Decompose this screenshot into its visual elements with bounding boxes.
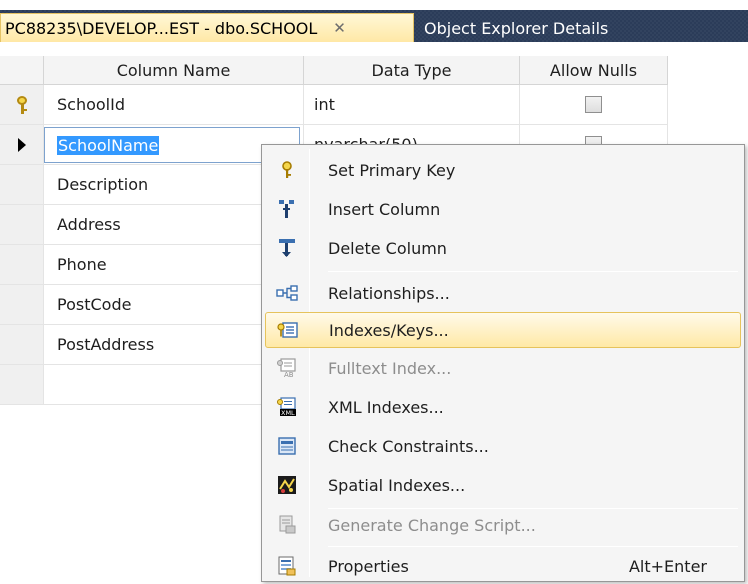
fulltext-index-icon: AB [265, 358, 309, 378]
menu-item-set-primary-key[interactable]: Set Primary Key [265, 152, 741, 188]
row-selector[interactable] [0, 325, 44, 364]
menu-item-delete-column[interactable]: Delete Column [265, 230, 741, 266]
column-name-cell[interactable]: SchoolId [44, 85, 304, 124]
tab-object-explorer-details-label: Object Explorer Details [424, 19, 609, 38]
document-tab-strip: PC88235\DEVELOP...EST - dbo.SCHOOL ✕ Obj… [0, 0, 748, 42]
menu-item-relationships[interactable]: Relationships... [265, 275, 741, 311]
menu-item-label: Insert Column [328, 199, 441, 219]
close-icon[interactable]: ✕ [333, 19, 346, 37]
menu-item-label: Generate Change Script... [328, 515, 536, 535]
svg-text:XML: XML [281, 409, 295, 417]
context-menu: Set Primary Key Insert Column Delete Col… [261, 144, 745, 582]
selected-text: SchoolName [57, 135, 160, 155]
tab-object-explorer-details[interactable]: Object Explorer Details [424, 15, 608, 42]
menu-item-label: Relationships... [328, 283, 450, 303]
menu-item-insert-column[interactable]: Insert Column [265, 191, 741, 227]
menu-item-shortcut: Alt+Enter [628, 556, 707, 576]
row-selector[interactable] [0, 205, 44, 244]
insert-column-icon [265, 199, 309, 219]
svg-text:AB: AB [284, 371, 294, 378]
grid-header: Column Name Data Type Allow Nulls [0, 56, 668, 85]
tab-table-designer[interactable]: PC88235\DEVELOP...EST - dbo.SCHOOL ✕ [0, 13, 414, 42]
menu-separator [328, 271, 738, 272]
menu-item-label: Fulltext Index... [328, 358, 452, 378]
spatial-indexes-icon [265, 475, 309, 495]
menu-item-check-constraints[interactable]: Check Constraints... [265, 428, 741, 464]
row-selector[interactable] [0, 85, 44, 124]
xml-indexes-icon: XML [265, 397, 309, 417]
menu-item-indexes-keys[interactable]: Indexes/Keys... [265, 312, 741, 348]
table-row[interactable]: SchoolId int [0, 85, 668, 125]
row-selector[interactable] [0, 285, 44, 324]
delete-column-icon [265, 238, 309, 258]
menu-item-label: Set Primary Key [328, 160, 456, 180]
column-name-header[interactable]: Column Name [44, 56, 304, 84]
allow-nulls-header[interactable]: Allow Nulls [520, 56, 668, 84]
menu-item-fulltext-index: AB Fulltext Index... [265, 350, 741, 386]
menu-item-label: Spatial Indexes... [328, 475, 466, 495]
allow-nulls-cell [520, 85, 668, 124]
menu-separator [328, 546, 738, 547]
indexes-keys-icon [266, 321, 310, 339]
menu-item-spatial-indexes[interactable]: Spatial Indexes... [265, 467, 741, 503]
row-selector[interactable] [0, 245, 44, 284]
menu-item-generate-change-script: Generate Change Script... [265, 507, 741, 543]
menu-item-properties[interactable]: Properties Alt+Enter [265, 548, 741, 584]
primary-key-icon [265, 161, 309, 179]
generate-script-icon [265, 515, 309, 535]
relationships-icon [265, 285, 309, 301]
row-selector[interactable] [0, 125, 44, 164]
check-constraints-icon [265, 437, 309, 455]
menu-item-label: Indexes/Keys... [329, 320, 449, 340]
primary-key-icon [16, 95, 28, 114]
menu-item-label: Check Constraints... [328, 436, 489, 456]
tab-table-designer-label: PC88235\DEVELOP...EST - dbo.SCHOOL [5, 18, 318, 38]
data-type-cell[interactable]: int [304, 85, 520, 124]
data-type-header[interactable]: Data Type [304, 56, 520, 84]
row-selector-header[interactable] [0, 56, 44, 84]
properties-icon [265, 556, 309, 576]
row-selector[interactable] [0, 165, 44, 204]
menu-item-label: Properties [328, 556, 409, 576]
menu-item-label: XML Indexes... [328, 397, 444, 417]
allow-nulls-checkbox[interactable] [585, 96, 602, 113]
menu-item-xml-indexes[interactable]: XML XML Indexes... [265, 389, 741, 425]
row-selector[interactable] [0, 365, 44, 404]
tab-strip-top-border [0, 0, 748, 10]
current-row-arrow-icon [17, 137, 26, 152]
menu-item-label: Delete Column [328, 238, 447, 258]
